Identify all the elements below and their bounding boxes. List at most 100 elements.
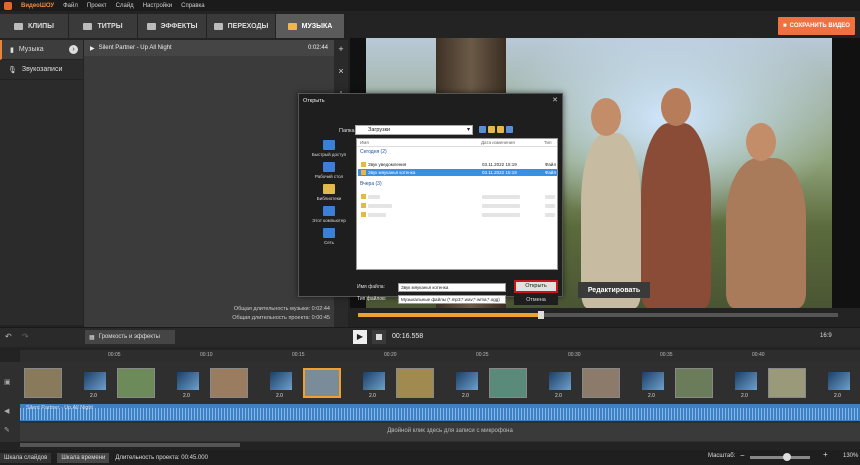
slide-thumbnail[interactable]	[396, 368, 434, 398]
menu-settings[interactable]: Настройки	[143, 3, 172, 9]
volume-effects-button[interactable]: ▦ Громкость и эффекты	[85, 330, 175, 344]
zoom-slider[interactable]	[750, 456, 810, 459]
place-network[interactable]: Сеть	[303, 228, 355, 245]
col-type[interactable]: Тип	[544, 140, 552, 145]
file-icon	[361, 212, 366, 217]
file-row-selected[interactable]: Звук мяуканья котенка 03.11.2022 15:19 Ф…	[358, 169, 557, 176]
transition-thumbnail[interactable]	[735, 372, 757, 390]
slide-thumbnail[interactable]	[489, 368, 527, 398]
open-button[interactable]: Открыть	[514, 280, 558, 293]
add-icon[interactable]: +	[338, 44, 343, 54]
track-row[interactable]: ▶ Silent Partner - Up All Night 0:02:44	[84, 40, 334, 56]
col-date[interactable]: Дата изменения	[481, 140, 515, 145]
zoom-in-icon[interactable]: +	[823, 450, 828, 459]
transition-duration: 2.0	[276, 393, 283, 399]
place-libraries[interactable]: Библиотеки	[303, 184, 355, 201]
slide-thumbnail[interactable]	[24, 368, 62, 398]
slide-thumbnail[interactable]	[117, 368, 155, 398]
remove-icon[interactable]: ×	[338, 66, 343, 76]
dialog-title: Открыть	[299, 94, 562, 108]
back-icon[interactable]	[479, 126, 486, 133]
folder-label: Папка:	[339, 128, 357, 134]
ruler-mark: 00:15	[292, 352, 305, 358]
transition-thumbnail[interactable]	[549, 372, 571, 390]
ruler-mark: 00:20	[384, 352, 397, 358]
transition-thumbnail[interactable]	[177, 372, 199, 390]
transition-thumbnail[interactable]	[642, 372, 664, 390]
transition-duration: 2.0	[90, 393, 97, 399]
places-bar: Быстрый доступ Рабочий стол Библиотеки Э…	[303, 138, 355, 248]
group-today[interactable]: Сегодня (2)	[360, 149, 387, 155]
slide-thumbnail[interactable]	[582, 368, 620, 398]
redo-icon[interactable]: ↷	[22, 332, 29, 341]
timeline-ruler[interactable]: 00:05 00:10 00:15 00:20 00:25 00:30 00:35 00:40	[20, 350, 860, 362]
ruler-mark: 00:30	[568, 352, 581, 358]
app-name: ВидеоШОУ	[21, 2, 55, 9]
ruler-mark: 00:25	[476, 352, 489, 358]
zoom-slider-handle[interactable]	[783, 453, 791, 461]
group-yesterday[interactable]: Вчера (3)	[360, 181, 382, 187]
up-folder-icon[interactable]	[488, 126, 495, 133]
zoom-value: 130%	[843, 453, 859, 459]
place-this-pc[interactable]: Этот компьютер	[303, 206, 355, 223]
play-track-icon[interactable]: ▶	[90, 45, 95, 52]
play-button[interactable]: ▶	[353, 330, 367, 344]
cancel-button[interactable]: Отмена	[514, 295, 558, 305]
slide-thumbnail[interactable]	[210, 368, 248, 398]
slide-thumbnail[interactable]	[303, 368, 341, 398]
total-music-duration: Общая длительность музыки: 0:02:44	[233, 306, 330, 312]
file-row[interactable]: Звук уведомления 03.11.2022 15:19 Файл	[358, 161, 557, 168]
folder-select[interactable]: Загрузки	[355, 125, 473, 135]
text-icon	[83, 22, 93, 30]
video-track-icon: ▣	[4, 379, 11, 386]
transition-thumbnail[interactable]	[828, 372, 850, 390]
menu-help[interactable]: Справка	[181, 3, 205, 9]
preview-progress[interactable]	[358, 313, 838, 317]
filename-input[interactable]: Звук мяуканья котенка	[398, 283, 506, 292]
zoom-out-icon[interactable]: −	[740, 451, 745, 460]
stop-icon	[376, 334, 382, 340]
tab-clips[interactable]: КЛИПЫ	[0, 14, 69, 38]
microphone-icon: 🎙	[8, 66, 17, 74]
save-video-button[interactable]: ■ СОХРАНИТЬ ВИДЕО	[778, 17, 855, 35]
transition-thumbnail[interactable]	[363, 372, 385, 390]
menu-file[interactable]: Файл	[63, 3, 78, 9]
filetype-select[interactable]: Музыкальные файлы (*.mp3;*.wav;*.wma;*.o…	[398, 295, 506, 304]
view-menu-icon[interactable]	[506, 126, 513, 133]
project-duration: Длительность проекта: 00:45.000	[115, 454, 208, 461]
close-icon[interactable]: ✕	[552, 94, 558, 108]
zoom-label: Масштаб:	[708, 453, 736, 459]
aspect-ratio[interactable]: 16:9	[820, 333, 832, 339]
menu-project[interactable]: Проект	[87, 3, 107, 9]
place-quick-access[interactable]: Быстрый доступ	[303, 140, 355, 157]
tab-music[interactable]: МУЗЫКА	[276, 14, 345, 38]
sidebar-item-recordings[interactable]: 🎙 Звукозаписи	[0, 60, 83, 80]
slide-thumbnail[interactable]	[675, 368, 713, 398]
transition-thumbnail[interactable]	[270, 372, 292, 390]
tab-timeline-view[interactable]: Шкала времени	[57, 452, 110, 463]
undo-icon[interactable]: ↶	[5, 332, 12, 341]
tab-effects[interactable]: ЭФФЕКТЫ	[138, 14, 207, 38]
tab-slide-view[interactable]: Шкала слайдов	[0, 452, 52, 463]
transition-thumbnail[interactable]	[456, 372, 478, 390]
audio-track-label: Silent Partner - Up All Night	[26, 405, 93, 411]
tab-titles[interactable]: ТИТРЫ	[69, 14, 138, 38]
timeline-scrollbar[interactable]	[20, 443, 240, 447]
blurred-file-row[interactable]	[358, 193, 557, 200]
sidebar-item-music[interactable]: ▮ Музыка ›	[0, 40, 83, 60]
col-name[interactable]: Имя	[360, 140, 369, 145]
slide-thumbnail[interactable]	[768, 368, 806, 398]
place-desktop[interactable]: Рабочий стол	[303, 162, 355, 179]
edit-button[interactable]: Редактировать	[578, 282, 650, 298]
blurred-file-row[interactable]	[358, 202, 557, 209]
menu-slide[interactable]: Слайд	[116, 3, 134, 9]
transition-duration: 2.0	[834, 393, 841, 399]
progress-handle[interactable]	[538, 311, 544, 319]
tab-transitions[interactable]: ПЕРЕХОДЫ	[207, 14, 276, 38]
blurred-file-row[interactable]	[358, 211, 557, 218]
transition-thumbnail[interactable]	[84, 372, 106, 390]
transition-icon	[213, 22, 223, 30]
new-folder-icon[interactable]	[497, 126, 504, 133]
stop-button[interactable]	[372, 330, 386, 344]
ruler-mark: 00:05	[108, 352, 121, 358]
